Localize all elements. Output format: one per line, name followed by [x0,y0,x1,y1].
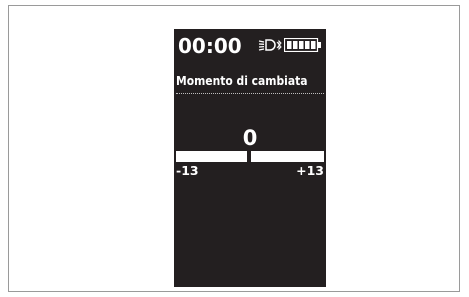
scale-bar-positive [251,151,324,162]
screen-title: Momento di cambiata [176,73,308,88]
scale-bar-negative [176,151,247,162]
scale-max-label: +13 [296,163,324,178]
shift-timing-value: 0 [242,126,258,150]
scale-min-label: -13 [176,163,199,178]
figure-frame: 00:00 Momento di cambiata 0 -13 +13 [8,5,460,292]
status-bar: 00:00 [174,29,326,69]
bluetooth-icon [276,39,282,51]
device-display: 00:00 Momento di cambiata 0 -13 +13 [174,29,326,287]
battery-icon [284,38,321,52]
title-divider [176,93,324,94]
headlight-icon [258,39,276,51]
clock: 00:00 [178,34,242,58]
